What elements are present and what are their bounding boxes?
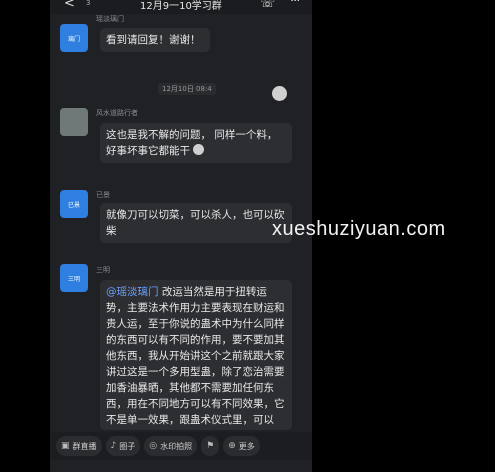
chat-title: 12月9一10学习群: [140, 1, 222, 12]
phone-icon[interactable]: ☏: [260, 0, 275, 10]
sender-name: 已景: [96, 191, 110, 199]
sender-name: 三明: [96, 266, 110, 274]
flag-icon: ⚑: [206, 441, 215, 451]
unread-count: 3: [86, 0, 91, 7]
message-bubble[interactable]: 这也是我不解的问题， 同样一个料，好事坏事它都能干: [100, 123, 292, 163]
live-icon: ▣: [61, 441, 70, 451]
message-bubble[interactable]: 就像刀可以切菜，可以杀人，也可以砍柴: [100, 203, 292, 243]
chat-header: < 3 12月9一10学习群 ☏ ···: [50, 0, 312, 14]
avatar[interactable]: 璃门: [60, 24, 88, 52]
mic-icon: ♪: [110, 441, 117, 451]
chevron-left-icon[interactable]: <: [64, 0, 75, 11]
watermark-camera-button[interactable]: ◎ 水印拍照: [144, 436, 198, 456]
flag-button[interactable]: ⚑: [201, 436, 220, 456]
live-button[interactable]: ▣ 群直播: [56, 436, 102, 456]
more-button[interactable]: ⊕ 更多: [223, 436, 260, 456]
cursor-dot: [272, 86, 287, 101]
ellipsis-icon[interactable]: ···: [290, 0, 300, 9]
avatar[interactable]: 已景: [60, 190, 88, 218]
emoji-icon: [193, 144, 205, 155]
avatar[interactable]: 三明: [60, 264, 88, 292]
watermark-text: xueshuziyuan.com: [272, 218, 446, 240]
more-icon: ⊕: [228, 441, 236, 451]
timestamp: 12月10日 08:4: [158, 83, 216, 95]
circle-button[interactable]: ♪ 圈子: [105, 436, 141, 456]
bottom-toolbar: ▣ 群直播 ♪ 圈子 ◎ 水印拍照 ⚑ ⊕ 更多: [50, 432, 312, 460]
message-bubble[interactable]: 看到请回复！谢谢！: [100, 28, 210, 52]
sender-name: 风水道路行者: [96, 109, 138, 117]
camera-icon: ◎: [149, 441, 158, 451]
sender-name: 瑶淡璃门: [96, 15, 124, 23]
message-bubble[interactable]: @瑶淡璃门 改运当然是用于扭转运势，主要法术作用力主要表现在财运和贵人运，至于你…: [100, 280, 292, 430]
avatar[interactable]: [60, 108, 88, 136]
mention[interactable]: @瑶淡璃门: [106, 286, 159, 298]
